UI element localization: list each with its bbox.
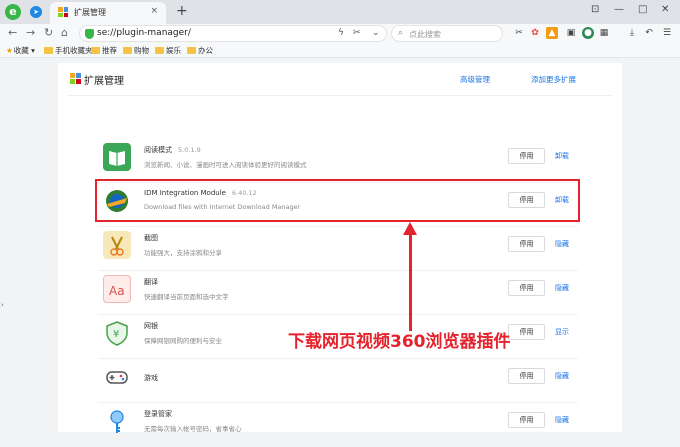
- star-icon: ★: [6, 46, 13, 55]
- extension-row-game: 游戏 停用 隐藏: [98, 359, 578, 403]
- extension-row-screenshot: 截图 功能强大，支持涂鸦和分享 停用 隐藏: [98, 227, 578, 271]
- extension-row-translate: Aa 翻译 快速翻译当前页面和选中文字 停用 隐藏: [98, 271, 578, 315]
- address-bar[interactable]: se://plugin-manager/ ϟ ✂ ⌄: [79, 25, 387, 42]
- undo-icon[interactable]: ↶: [643, 27, 655, 39]
- folder-icon: [187, 47, 196, 54]
- uninstall-link[interactable]: 卸载: [555, 151, 569, 161]
- hide-link[interactable]: 隐藏: [555, 239, 569, 249]
- folder-icon: [155, 47, 164, 54]
- bookmark-favorites[interactable]: ★收藏 ▾: [6, 45, 35, 56]
- close-window-button[interactable]: ✕: [661, 4, 669, 15]
- disable-button[interactable]: 停用: [508, 280, 545, 296]
- disable-button[interactable]: 停用: [508, 236, 545, 252]
- extension-orange-icon[interactable]: ▲: [546, 27, 558, 39]
- sidebar-toggle-icon[interactable]: ›: [1, 301, 4, 309]
- folder-icon: [123, 47, 132, 54]
- disable-button[interactable]: 停用: [508, 368, 545, 384]
- key-icon: [103, 407, 131, 435]
- game-icon: [103, 363, 131, 391]
- idm-toolbar-icon[interactable]: ●: [582, 27, 594, 39]
- annotation-caption: 下载网页视频360浏览器插件: [288, 332, 511, 352]
- hide-link[interactable]: 隐藏: [555, 371, 569, 381]
- dropdown-icon[interactable]: ⌄: [372, 28, 380, 38]
- toolbar: ← → ↻ ⌂ se://plugin-manager/ ϟ ✂ ⌄ ⌕ 点此搜…: [0, 24, 680, 44]
- extension-description: 功能强大，支持涂鸦和分享: [144, 249, 222, 257]
- add-more-extensions-link[interactable]: 添加更多扩展: [531, 74, 576, 85]
- browser-logo-icon[interactable]: e: [5, 4, 21, 20]
- download-icon[interactable]: ⤓: [626, 27, 638, 39]
- svg-text:¥: ¥: [113, 329, 119, 340]
- show-link[interactable]: 显示: [555, 327, 569, 337]
- extension-description: 快速翻译当前页面和选中文字: [144, 293, 229, 301]
- hide-link[interactable]: 隐藏: [555, 415, 569, 425]
- flash-icon[interactable]: ϟ: [338, 28, 344, 38]
- close-tab-icon[interactable]: ×: [150, 6, 158, 16]
- url-text[interactable]: se://plugin-manager/: [97, 28, 191, 38]
- scissors-tool-icon[interactable]: ✂: [513, 27, 525, 39]
- advanced-manage-link[interactable]: 高级管理: [460, 74, 490, 85]
- page-title: 扩展管理: [84, 76, 124, 87]
- extension-red-icon[interactable]: ✿: [529, 27, 541, 39]
- extension-name: 游戏: [144, 374, 158, 382]
- disable-button[interactable]: 停用: [508, 324, 545, 340]
- bookmark-item[interactable]: 推荐: [91, 45, 117, 56]
- home-button[interactable]: ⌂: [61, 26, 68, 39]
- folder-icon: [91, 47, 100, 54]
- bank-icon: ¥: [103, 319, 131, 347]
- security-shield-icon: [85, 29, 94, 39]
- menu-icon[interactable]: ☰: [661, 27, 673, 39]
- extension-description: 浏览新闻、小说、漫画时可进入阅读体验更好的阅读模式: [144, 161, 307, 169]
- extension-name: 网银: [144, 322, 158, 330]
- svg-text:Aa: Aa: [109, 284, 125, 298]
- screenshot-icon: [103, 231, 131, 259]
- bookmark-item[interactable]: 手机收藏夹: [44, 45, 93, 56]
- scissors-icon[interactable]: ✂: [353, 28, 361, 38]
- folder-icon: [44, 47, 53, 54]
- restore-icon[interactable]: ⊡: [591, 4, 599, 15]
- extension-panel: 扩展管理 高级管理 添加更多扩展 阅读模式 5.0.1.9 浏览新闻、小说、漫画时…: [58, 63, 622, 433]
- window-icon[interactable]: ▣: [565, 27, 577, 39]
- hide-link[interactable]: 隐藏: [555, 283, 569, 293]
- extension-row-reader: 阅读模式 5.0.1.9 浏览新闻、小说、漫画时可进入阅读体验更好的阅读模式 停用…: [98, 139, 578, 183]
- tab-title: 扩展管理: [74, 8, 106, 17]
- highlight-box: [95, 179, 580, 222]
- bookmark-item[interactable]: 购物: [123, 45, 149, 56]
- search-placeholder: 点此搜索: [409, 30, 441, 39]
- arrow-line: [409, 233, 412, 331]
- new-tab-button[interactable]: +: [176, 3, 188, 19]
- bookmark-item[interactable]: 办公: [187, 45, 213, 56]
- extension-manager-icon: [70, 73, 81, 84]
- bookmark-item[interactable]: 娱乐: [155, 45, 181, 56]
- pinned-tab-icon[interactable]: ➤: [30, 6, 42, 18]
- disable-button[interactable]: 停用: [508, 148, 545, 164]
- header-divider: [68, 95, 612, 96]
- bookmarks-bar: ★收藏 ▾ 手机收藏夹 推荐 购物 娱乐 办公: [0, 44, 680, 58]
- content-area: › 扩展管理 高级管理 添加更多扩展 阅读模式 5.0.1.9 浏览新闻、小说、漫…: [0, 59, 680, 433]
- tab-strip: e ➤ 扩展管理 × + ⊡ — □ ✕: [0, 0, 680, 24]
- extension-name: 翻译: [144, 278, 158, 286]
- forward-button[interactable]: →: [26, 26, 35, 39]
- book-icon: [103, 143, 131, 171]
- reload-button[interactable]: ↻: [44, 26, 53, 39]
- tab-extension-manager[interactable]: 扩展管理 ×: [50, 2, 166, 24]
- extension-version: 5.0.1.9: [178, 146, 201, 154]
- extension-grid-icon: [58, 7, 68, 17]
- extension-name: 阅读模式 5.0.1.9: [144, 146, 201, 154]
- disable-button[interactable]: 停用: [508, 412, 545, 428]
- search-box[interactable]: ⌕ 点此搜索: [391, 25, 503, 42]
- extension-description: 保障网银网购的便利与安全: [144, 337, 222, 345]
- extension-name: 登录管家: [144, 410, 172, 418]
- extension-name: 截图: [144, 234, 158, 242]
- minimize-button[interactable]: —: [614, 4, 624, 15]
- translate-icon: Aa: [103, 275, 131, 303]
- search-icon: ⌕: [398, 28, 404, 38]
- maximize-button[interactable]: □: [638, 4, 647, 15]
- back-button[interactable]: ←: [8, 26, 17, 39]
- extension-row-login: 登录管家 无需每次输入帐号密码，省事省心 停用 隐藏: [98, 403, 578, 447]
- grid-icon[interactable]: ▦: [598, 27, 610, 39]
